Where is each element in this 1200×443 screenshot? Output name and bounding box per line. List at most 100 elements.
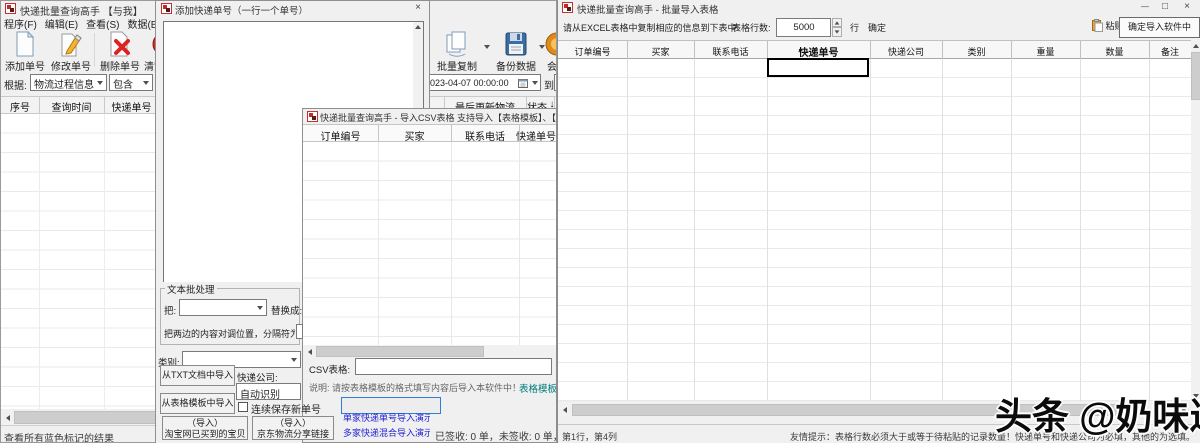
main-hscroll-thumb[interactable] <box>14 411 157 424</box>
scroll-left-icon[interactable] <box>1 410 14 425</box>
demo-single-link[interactable]: 单家快递单号导入演示 <box>343 411 430 424</box>
header-divider <box>519 124 520 142</box>
batch-group-title: 文本批处理 <box>165 282 217 296</box>
screenshot-root: { "glyphs": {"close":"×","min":"—","max"… <box>0 0 1200 443</box>
save-continuous-checkbox[interactable] <box>238 402 248 412</box>
minimize-icon[interactable]: — <box>1136 0 1154 14</box>
imp-col-tracking[interactable]: 快递单号 <box>767 44 870 59</box>
date-from-field[interactable]: 2023-04-07 00:00:00 <box>421 74 541 91</box>
grid-line <box>627 59 628 401</box>
rows-count-stepper[interactable]: 5000 <box>776 18 831 37</box>
imp-col-phone[interactable]: 联系电话 <box>694 45 767 58</box>
imp-col-courier[interactable]: 快递公司 <box>870 45 942 58</box>
import-table-body[interactable] <box>558 59 1191 401</box>
member-button[interactable]: 会员 <box>537 31 556 73</box>
taobao-import-button[interactable]: （导入） 淘宝网已买到的宝贝 <box>162 416 248 440</box>
jd-import-button[interactable]: （导入） 京东物流分享链接 <box>252 416 334 440</box>
header-divider <box>1011 40 1012 59</box>
filter-label: 根据: <box>4 81 27 92</box>
import-template-button[interactable]: 从表格模板中导入 <box>160 393 235 414</box>
csv-col-tracking[interactable]: 快递单号 <box>516 128 556 143</box>
imp-col-order[interactable]: 订单编号 <box>558 45 627 58</box>
clipboard-icon <box>1092 19 1103 32</box>
replace-from-label: 把: <box>164 306 177 317</box>
header-divider <box>694 40 695 59</box>
swap-separator-input[interactable] <box>296 324 303 339</box>
import-titlebar: 快递批量查询高手 - 批量导入表格 — □ × <box>558 0 1200 16</box>
confirm-import-button[interactable]: 确定导入软件中 <box>1119 17 1200 38</box>
menu-program[interactable]: 程序(F) <box>4 16 37 31</box>
grid-line <box>519 142 520 345</box>
stepper-down-icon[interactable] <box>832 27 842 37</box>
date-to-label: 到 <box>544 81 554 92</box>
selected-cell[interactable] <box>767 58 869 77</box>
page-icon <box>16 31 35 57</box>
modify-number-button[interactable]: 修改单号 <box>47 31 95 73</box>
grid-line <box>1149 59 1150 401</box>
backup-data-button[interactable]: 备份数据 <box>490 31 542 73</box>
imp-col-category[interactable]: 类别 <box>942 45 1011 58</box>
stepper-up-icon[interactable] <box>832 18 842 27</box>
chevron-down-icon <box>97 81 103 85</box>
filter-op-select[interactable]: 包含 <box>109 74 153 91</box>
header-divider <box>104 96 105 114</box>
template-link[interactable]: 表格模板 <box>519 381 556 395</box>
col-header-trackingno[interactable]: 快递单号 <box>104 99 159 114</box>
add-window-bottom: 文本批处理 把: 替换成: 把两边的内容对调位置，分隔符为: 类别: 从TXT文… <box>155 282 430 443</box>
imp-col-note[interactable]: 备注 <box>1149 45 1191 58</box>
add-number-button[interactable]: 添加单号 <box>3 31 47 73</box>
member-icon <box>545 32 556 56</box>
replace-from-select[interactable] <box>179 299 267 316</box>
add-titlebar: 添加快递单号（一行一个单号） × <box>156 1 429 17</box>
floppy-icon <box>505 32 527 56</box>
app-logo-icon <box>307 111 318 122</box>
csv-titlebar: 快递批量查询高手 - 导入CSV表格 支持导入【表格模板】、【导出的 <box>303 109 556 124</box>
header-divider <box>378 124 379 142</box>
chevron-down-icon <box>257 306 263 310</box>
app-logo-icon <box>5 3 16 14</box>
scroll-up-icon[interactable] <box>1191 40 1200 51</box>
imp-col-qty[interactable]: 数量 <box>1080 45 1149 58</box>
csv-col-phone[interactable]: 联系电话 <box>451 128 519 143</box>
chevron-down-icon[interactable] <box>532 81 538 85</box>
import-vscroll-thumb[interactable] <box>1191 52 1200 100</box>
courier-label: 快递公司: <box>237 373 278 384</box>
import-window: 快递批量查询高手 - 批量导入表格 — □ × 请从EXCEL表格中复制相应的信… <box>557 0 1200 443</box>
grid-line <box>1011 59 1012 401</box>
scroll-up-icon[interactable] <box>413 22 423 32</box>
close-icon[interactable]: × <box>1178 0 1196 14</box>
menu-view[interactable]: 查看(S) <box>86 16 119 31</box>
delete-number-button[interactable]: 删除单号 <box>97 31 143 73</box>
watermark-text: 头条 @奶味逗 <box>995 396 1200 437</box>
filter-field-select[interactable]: 物流过程信息 <box>30 74 107 91</box>
scroll-left-icon[interactable] <box>559 403 570 416</box>
col-header-seq[interactable]: 序号 <box>1 99 39 114</box>
courier-select[interactable]: 自动识别 <box>236 383 301 400</box>
grid-line <box>694 59 695 401</box>
header-divider <box>451 124 452 142</box>
app-logo-icon <box>562 2 573 13</box>
csv-col-order[interactable]: 订单编号 <box>303 128 378 143</box>
grid-line <box>39 114 40 409</box>
csv-col-buyer[interactable]: 买家 <box>378 128 451 143</box>
calendar-icon[interactable] <box>518 78 528 88</box>
swap-label: 把两边的内容对调位置，分隔符为: <box>164 329 295 339</box>
menu-edit[interactable]: 编辑(E) <box>45 16 78 31</box>
header-divider <box>767 40 768 59</box>
grid-line <box>104 114 105 409</box>
import-instruction: 请从EXCEL表格中复制相应的信息到下表中: <box>563 23 740 33</box>
rows-count-label: 表格行数: <box>732 23 771 33</box>
rows-confirm-button[interactable]: 确定 <box>868 21 886 34</box>
batch-copy-button[interactable]: 批量复制 <box>432 31 482 73</box>
maximize-icon[interactable]: □ <box>1156 0 1174 14</box>
grid-line <box>451 142 452 345</box>
close-icon[interactable]: × <box>409 1 427 15</box>
import-window-title: 快递批量查询高手 - 批量导入表格 <box>577 5 719 16</box>
col-header-querytime[interactable]: 查询时间 <box>39 99 104 114</box>
imp-col-buyer[interactable]: 买家 <box>627 45 694 58</box>
imp-col-weight[interactable]: 重量 <box>1011 45 1080 58</box>
grid-line <box>942 59 943 401</box>
header-divider <box>1080 40 1081 59</box>
import-txt-button[interactable]: 从TXT文档中导入 <box>160 365 235 386</box>
demo-multi-link[interactable]: 多家快递混合导入演示 <box>343 426 430 439</box>
